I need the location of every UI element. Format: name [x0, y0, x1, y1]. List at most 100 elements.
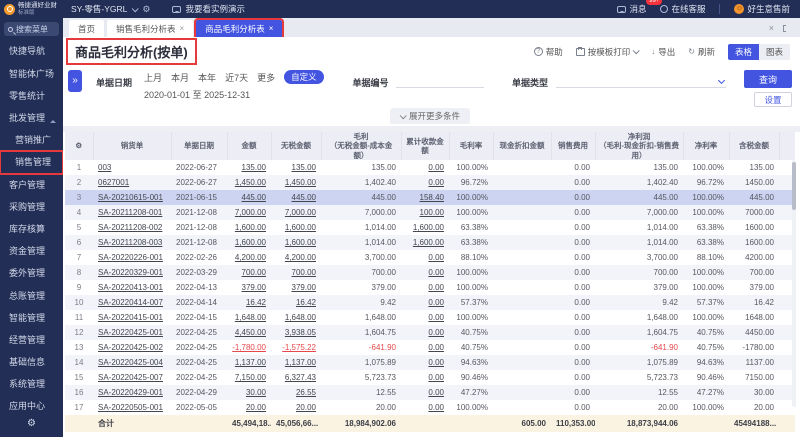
workspace-settings-icon[interactable]: ⚙ — [142, 4, 150, 15]
cell-link[interactable]: 0.00 — [428, 358, 444, 367]
print-button[interactable]: 按模板打印 — [576, 46, 639, 58]
messages-button[interactable]: 消息 99+ — [617, 3, 646, 15]
export-button[interactable]: ↓导出 — [651, 46, 675, 58]
cell-doc[interactable]: SA-20220414-007 — [93, 295, 171, 310]
cell-received[interactable]: 1,600.00 — [401, 235, 449, 250]
cell-received[interactable]: 0.00 — [401, 295, 449, 310]
online-service-button[interactable]: 在线客服 — [660, 3, 705, 15]
table-row[interactable]: 14SA-20220425-0042022-04-251,137.001,137… — [65, 355, 795, 370]
cell-received[interactable]: 0.00 — [401, 175, 449, 190]
refresh-button[interactable]: ↻刷新 — [688, 46, 715, 58]
cell-link[interactable]: 1,600.00 — [413, 223, 444, 232]
col-header-11[interactable]: 含税金额 — [729, 132, 779, 160]
filter-collapse-button[interactable]: » — [68, 70, 82, 92]
col-header-1[interactable]: 单据日期 — [171, 132, 227, 160]
cell-net_amount[interactable]: 26.55 — [271, 385, 321, 400]
cell-amount[interactable]: 4,200.00 — [227, 250, 271, 265]
table-row[interactable]: 206270012022-06-271,450.001,450.001,402.… — [65, 175, 795, 190]
cell-received[interactable]: 1,600.00 — [401, 220, 449, 235]
cell-link[interactable]: 20.00 — [246, 403, 266, 412]
tab-2[interactable]: 商品毛利分析表× — [196, 20, 282, 37]
sidebar-item-4[interactable]: 营销推广 — [0, 129, 63, 151]
cell-link[interactable]: SA-20210615-001 — [98, 193, 163, 202]
cell-link[interactable]: SA-20220415-001 — [98, 313, 163, 322]
cell-received[interactable]: 0.00 — [401, 400, 449, 415]
cell-received[interactable]: 100.00 — [401, 205, 449, 220]
quick-range-4[interactable]: 更多 — [257, 71, 275, 84]
cell-link[interactable]: 1,648.00 — [285, 313, 316, 322]
cell-amount[interactable]: 445.00 — [227, 190, 271, 205]
cell-doc[interactable]: SA-20220425-004 — [93, 355, 171, 370]
cell-net_amount[interactable]: 1,600.00 — [271, 235, 321, 250]
cell-doc[interactable]: 003 — [93, 160, 171, 175]
cell-doc[interactable]: SA-20220425-007 — [93, 370, 171, 385]
demo-link[interactable]: 我要看实例演示 — [172, 3, 245, 15]
cell-doc[interactable]: SA-20220429-001 — [93, 385, 171, 400]
cell-link[interactable]: 379.00 — [292, 283, 316, 292]
sidebar-item-3[interactable]: 批发管理 — [0, 107, 63, 129]
col-header-10[interactable]: 净利率 — [683, 132, 729, 160]
cell-net_amount[interactable]: 3,938.05 — [271, 325, 321, 340]
table-row[interactable]: 5SA-20211208-0022021-12-081,600.001,600.… — [65, 220, 795, 235]
table-row[interactable]: 7SA-20220226-0012022-02-264,200.004,200.… — [65, 250, 795, 265]
sidebar-item-9[interactable]: 资金管理 — [0, 240, 63, 262]
cell-link[interactable]: SA-20220413-001 — [98, 283, 163, 292]
cell-link[interactable]: 1,600.00 — [413, 238, 444, 247]
cell-amount[interactable]: 1,600.00 — [227, 220, 271, 235]
quick-range-3[interactable]: 近7天 — [225, 71, 248, 84]
doc-no-input[interactable] — [396, 74, 484, 88]
table-row[interactable]: 15SA-20220425-0072022-04-257,150.006,327… — [65, 370, 795, 385]
cell-net_amount[interactable]: 1,648.00 — [271, 310, 321, 325]
cell-link[interactable]: 100.00 — [420, 208, 444, 217]
cell-link[interactable]: 0.00 — [428, 163, 444, 172]
cell-amount[interactable]: 1,137.00 — [227, 355, 271, 370]
table-row[interactable]: 3SA-20210615-0012021-06-15445.00445.0044… — [65, 190, 795, 205]
cell-net_amount[interactable]: 1,450.00 — [271, 175, 321, 190]
cell-link[interactable]: 0.00 — [428, 343, 444, 352]
settings-button[interactable]: 设置 — [754, 92, 792, 107]
cell-amount[interactable]: -1,780.00 — [227, 340, 271, 355]
cell-link[interactable]: -1,780.00 — [232, 343, 266, 352]
cell-link[interactable]: SA-20220329-001 — [98, 268, 163, 277]
cell-link[interactable]: SA-20211208-003 — [98, 238, 162, 247]
doc-type-select[interactable] — [556, 74, 726, 88]
col-header-4[interactable]: 毛利（无税金额-成本金额） — [321, 132, 401, 160]
cell-link[interactable]: 1,648.00 — [235, 313, 266, 322]
table-row[interactable]: 6SA-20211208-0032021-12-081,600.001,600.… — [65, 235, 795, 250]
cell-link[interactable]: 003 — [98, 163, 111, 172]
cell-amount[interactable]: 1,648.00 — [227, 310, 271, 325]
cell-link[interactable]: 379.00 — [242, 283, 266, 292]
cell-link[interactable]: 1,137.00 — [285, 358, 316, 367]
cell-link[interactable]: 4,200.00 — [285, 253, 316, 262]
tab-1[interactable]: 销售毛利分析表× — [107, 20, 193, 37]
cell-link[interactable]: 1,137.00 — [235, 358, 266, 367]
cell-net_amount[interactable]: -1,575.22 — [271, 340, 321, 355]
cell-link[interactable]: 158.40 — [420, 193, 444, 202]
cell-net_amount[interactable]: 16.42 — [271, 295, 321, 310]
table-row[interactable]: 17SA-20220505-0012022-05-0520.0020.0020.… — [65, 400, 795, 415]
cell-link[interactable]: -1,575.22 — [282, 343, 316, 352]
sidebar-item-7[interactable]: 采购管理 — [0, 196, 63, 218]
sidebar-search-input[interactable]: 搜索菜单 — [4, 22, 59, 36]
sidebar-item-14[interactable]: 基础信息 — [0, 351, 63, 373]
sidebar-item-13[interactable]: 经营管理 — [0, 329, 63, 351]
cell-link[interactable]: SA-20211208-001 — [98, 208, 162, 217]
cell-link[interactable]: SA-20220414-007 — [98, 298, 163, 307]
cell-link[interactable]: 135.00 — [242, 163, 266, 172]
cell-doc[interactable]: SA-20220415-001 — [93, 310, 171, 325]
sidebar-item-6[interactable]: 客户管理 — [0, 174, 63, 196]
cell-amount[interactable]: 7,150.00 — [227, 370, 271, 385]
cell-link[interactable]: 0.00 — [428, 403, 444, 412]
cell-doc[interactable]: SA-20220505-001 — [93, 400, 171, 415]
cell-link[interactable]: SA-20220226-001 — [98, 253, 163, 262]
cell-net_amount[interactable]: 445.00 — [271, 190, 321, 205]
sidebar-item-16[interactable]: 应用中心 — [0, 395, 63, 417]
cell-link[interactable]: SA-20220425-001 — [98, 328, 163, 337]
table-row[interactable]: 10032022-06-27135.00135.00135.000.00100.… — [65, 160, 795, 175]
close-all-tabs-icon[interactable]: × — [769, 23, 774, 33]
cell-link[interactable]: SA-20211208-002 — [98, 223, 162, 232]
cell-net_amount[interactable]: 6,327.43 — [271, 370, 321, 385]
tab-0[interactable]: 首页 — [69, 20, 104, 37]
col-header-5[interactable]: 累计收款金额 — [401, 132, 449, 160]
cell-link[interactable]: 0.00 — [428, 283, 444, 292]
